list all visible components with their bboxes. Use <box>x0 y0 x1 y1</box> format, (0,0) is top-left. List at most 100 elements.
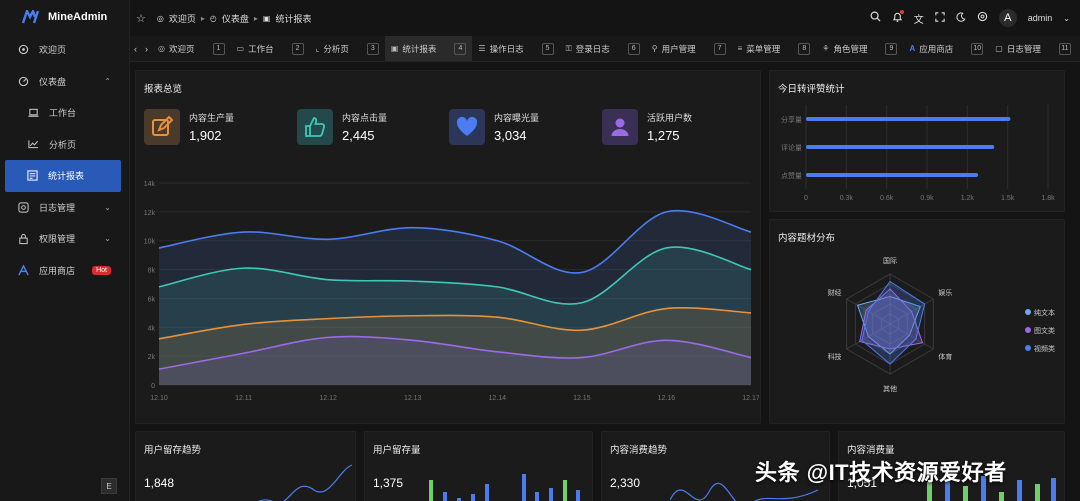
radar-indicator-label: 体育 <box>938 352 952 361</box>
tab-login-log[interactable]: ⚿ 登录日志 6 <box>560 36 646 61</box>
breadcrumb-item[interactable]: 统计报表 <box>275 12 311 25</box>
bell-icon[interactable] <box>892 9 904 26</box>
notification-dot-icon <box>899 9 904 14</box>
sidebar-item-label: 工作台 <box>49 108 77 119</box>
stat-value: 1,275 <box>647 128 680 143</box>
app-store-icon: A <box>909 44 916 53</box>
tab-number: 4 <box>454 42 467 55</box>
y-tick-label: 评论量 <box>781 143 802 152</box>
tab-operation-log[interactable]: ☰ 操作日志 5 <box>472 36 559 61</box>
sidebar-item-logs[interactable]: 日志管理 ⌄ <box>0 192 129 224</box>
retention-trend-card: 用户留存趋势 1,848 <box>135 431 356 501</box>
fullscreen-icon[interactable] <box>935 11 945 25</box>
legend-label: 图文类 <box>1034 326 1055 335</box>
tab-label: 用户管理 <box>661 43 696 54</box>
app-store-icon <box>17 264 29 276</box>
x-tick-label: 12.14 <box>489 395 507 402</box>
top-header: ☆ ◎ 欢迎页 ▸ ◴ 仪表盘 ▸ ▣ 统计报表 文 A admin ⌄ <box>130 0 1080 36</box>
x-tick-label: 1.8k <box>1041 195 1055 202</box>
tab-log-management[interactable]: ▢ 日志管理 11 <box>989 36 1077 61</box>
chevron-right-icon[interactable]: › <box>141 44 152 54</box>
home-icon: ◎ <box>158 44 165 53</box>
tab-report[interactable]: ▣ 统计报表 4 <box>384 36 473 61</box>
breadcrumb-item[interactable]: 欢迎页 <box>169 12 196 25</box>
sidebar-item-label: 仪表盘 <box>39 76 67 87</box>
radar-indicator-label: 科技 <box>828 352 842 361</box>
sidebar-item-label: 日志管理 <box>39 202 76 213</box>
log-icon <box>17 201 29 213</box>
laptop-icon: ▭ <box>236 44 245 53</box>
bar <box>806 117 1011 121</box>
x-tick-label: 12.17 <box>742 395 759 402</box>
collapse-sidebar-button[interactable]: E <box>101 478 117 494</box>
stat-clicks: 内容点击量 2,445 <box>297 109 387 145</box>
sidebar-item-welcome[interactable]: 欢迎页 <box>0 34 129 66</box>
bar <box>806 173 979 177</box>
tab-workbench[interactable]: ▭ 工作台 2 <box>231 36 310 61</box>
stat-value: 3,034 <box>494 128 527 143</box>
app-logo[interactable]: MineAdmin <box>0 0 129 34</box>
translate-icon[interactable]: 文 <box>914 11 924 26</box>
tab-label: 菜单管理 <box>746 43 781 54</box>
tab-analysis[interactable]: ⌞ 分析页 3 <box>310 36 385 61</box>
chevron-down-icon[interactable]: ⌄ <box>1063 14 1070 23</box>
radar-indicator-label: 国际 <box>883 256 897 265</box>
sidebar-item-workbench[interactable]: 工作台 <box>0 97 129 129</box>
tab-welcome[interactable]: ◎ 欢迎页 1 <box>152 36 231 61</box>
legend-label: 视频类 <box>1034 344 1055 353</box>
x-tick-label: 1.2k <box>961 195 975 202</box>
tab-number: 8 <box>798 42 811 55</box>
app-name: MineAdmin <box>48 11 108 23</box>
moon-icon[interactable] <box>956 11 966 25</box>
card-value: 1,848 <box>144 476 175 490</box>
log-icon: ▢ <box>995 44 1003 53</box>
analysis-icon <box>27 138 39 150</box>
y-tick-label: 10k <box>144 239 156 246</box>
search-icon[interactable] <box>870 11 881 25</box>
tab-label: 欢迎页 <box>168 43 195 54</box>
bar <box>806 145 995 149</box>
tab-role-management[interactable]: ⚘ 角色管理 9 <box>816 36 903 61</box>
legend-marker <box>1025 345 1031 351</box>
radar-series <box>861 280 926 365</box>
sidebar-item-app-store[interactable]: 应用商店 Hot <box>0 255 129 287</box>
laptop-icon <box>27 107 39 119</box>
avatar[interactable]: A <box>998 9 1017 27</box>
mini-bar-chart <box>429 474 580 501</box>
stat-value: 1,902 <box>189 128 222 143</box>
x-tick-label: 0 <box>804 195 808 202</box>
tab-label: 登录日志 <box>575 43 610 54</box>
radar-chart: 国际娱乐体育其他 科技 财经纯文本图文类视频类 <box>828 256 1055 393</box>
sidebar-item-label: 欢迎页 <box>39 45 67 56</box>
sidebar: MineAdmin 欢迎页 仪表盘 ⌃ 工作台 分析页 统计报表 日志管理 ⌄ … <box>0 0 130 501</box>
retention-amount-card: 用户留存量 1,375 <box>364 431 593 501</box>
star-icon[interactable]: ☆ <box>136 12 146 25</box>
tab-number: 10 <box>971 42 984 55</box>
watermark: 头条 @IT技术资源爱好者 <box>755 460 1007 485</box>
stat-label: 活跃用户数 <box>647 113 693 123</box>
tab-number: 7 <box>713 42 726 55</box>
sidebar-item-analysis[interactable]: 分析页 <box>0 129 129 161</box>
tab-number: 11 <box>1058 42 1071 55</box>
tab-menu-management[interactable]: ≡ 菜单管理 8 <box>732 36 817 61</box>
tab-app-store[interactable]: A 应用商店 10 <box>903 36 989 61</box>
chevron-left-icon[interactable]: ‹ <box>130 44 141 54</box>
sidebar-item-permissions[interactable]: 权限管理 ⌄ <box>0 223 129 255</box>
retweet-panel: 今日转评赞统计 0 0.3k 0.6k 0.9k 1.2k 1.5k 1.8k 分享量 评论量点… <box>769 70 1065 212</box>
sidebar-item-report[interactable]: 统计报表 <box>5 160 121 192</box>
sidebar-item-dashboard[interactable]: 仪表盘 ⌃ <box>0 66 129 98</box>
tab-number: 1 <box>212 42 225 55</box>
heart-icon <box>449 109 485 145</box>
settings-icon[interactable] <box>977 11 988 25</box>
tab-user-management[interactable]: ⚲ 用户管理 7 <box>646 36 732 61</box>
y-tick-label: 8k <box>148 268 156 275</box>
lock-icon <box>17 233 29 245</box>
home-icon <box>17 44 29 56</box>
overview-panel: 报表总览 内容生产量 1,902 内容点击量 2,445 内容曝光量 3,034 <box>135 70 761 424</box>
stat-production: 内容生产量 1,902 <box>144 109 234 145</box>
logo-icon <box>22 10 40 24</box>
username[interactable]: admin <box>1028 13 1053 23</box>
tab-label: 应用商店 <box>919 43 954 54</box>
breadcrumb-item[interactable]: 仪表盘 <box>222 12 249 25</box>
radar-indicator-label: 娱乐 <box>938 288 952 297</box>
